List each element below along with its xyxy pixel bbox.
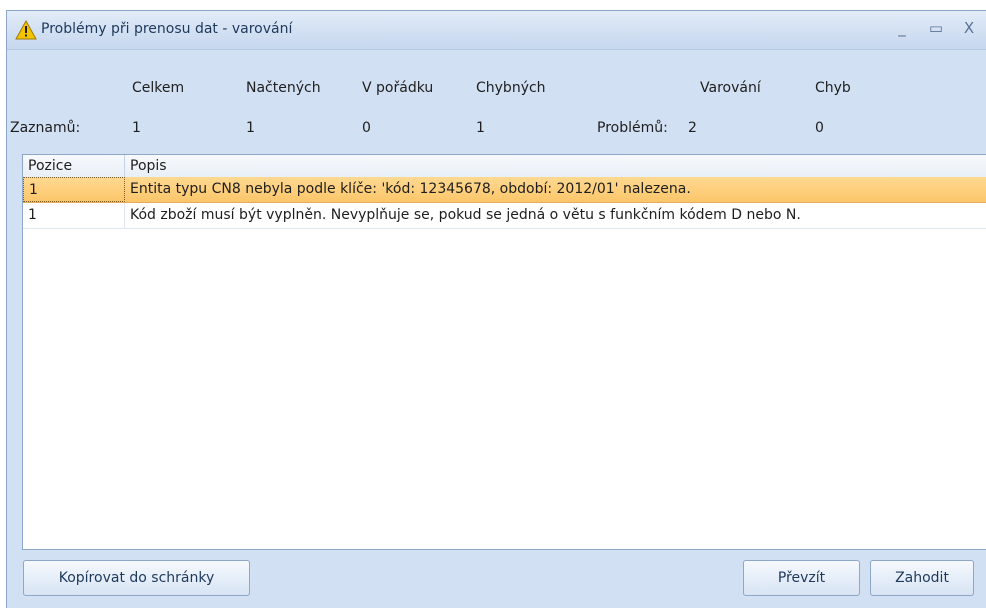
grid-header: Pozice Popis (23, 155, 986, 178)
warning-dialog: Problémy při prenosu dat - varování _ ▭ … (6, 10, 986, 608)
zaznamu-celkem-value: 1 (132, 120, 141, 136)
maximize-button[interactable]: ▭ (924, 17, 948, 39)
column-header-popis[interactable]: Popis (125, 155, 986, 177)
problemu-varovani-value: 2 (688, 120, 697, 136)
window-title: Problémy při prenosu dat - varování (41, 21, 293, 37)
header-chyb: Chyb (815, 80, 851, 96)
table-row[interactable]: 1 Kód zboží musí být vyplněn. Nevyplňuje… (23, 203, 986, 229)
close-button[interactable]: X (957, 17, 981, 39)
zaznamu-label: Zaznamů: (10, 120, 81, 136)
minimize-button[interactable]: _ (890, 17, 914, 39)
column-header-pozice[interactable]: Pozice (23, 155, 125, 177)
header-varovani: Varování (700, 80, 761, 96)
header-celkem: Celkem (132, 80, 185, 96)
zaznamu-v-poradku-value: 0 (362, 120, 371, 136)
discard-button[interactable]: Zahodit (870, 560, 974, 596)
cell-popis: Entita typu CN8 nebyla podle klíče: 'kód… (130, 181, 691, 197)
zaznamu-nactenych-value: 1 (246, 120, 255, 136)
problemu-chyb-value: 0 (815, 120, 824, 136)
header-v-poradku: V pořádku (362, 80, 434, 96)
zaznamu-chybnych-value: 1 (476, 120, 485, 136)
problemu-label: Problémů: (597, 120, 668, 136)
accept-button[interactable]: Převzít (743, 560, 860, 596)
cell-popis: Kód zboží musí být vyplněn. Nevyplňuje s… (130, 207, 801, 223)
cell-pozice: 1 (23, 203, 125, 228)
title-bar[interactable]: Problémy při prenosu dat - varování _ ▭ … (7, 11, 986, 50)
copy-to-clipboard-button[interactable]: Kopírovat do schránky (23, 560, 250, 596)
header-nactenych: Načtených (246, 80, 321, 96)
cell-pozice: 1 (23, 177, 125, 202)
problems-grid[interactable]: Pozice Popis 1 Entita typu CN8 nebyla po… (22, 154, 986, 550)
warning-icon (15, 20, 37, 40)
table-row[interactable]: 1 Entita typu CN8 nebyla podle klíče: 'k… (23, 177, 986, 203)
header-chybnych: Chybných (476, 80, 546, 96)
